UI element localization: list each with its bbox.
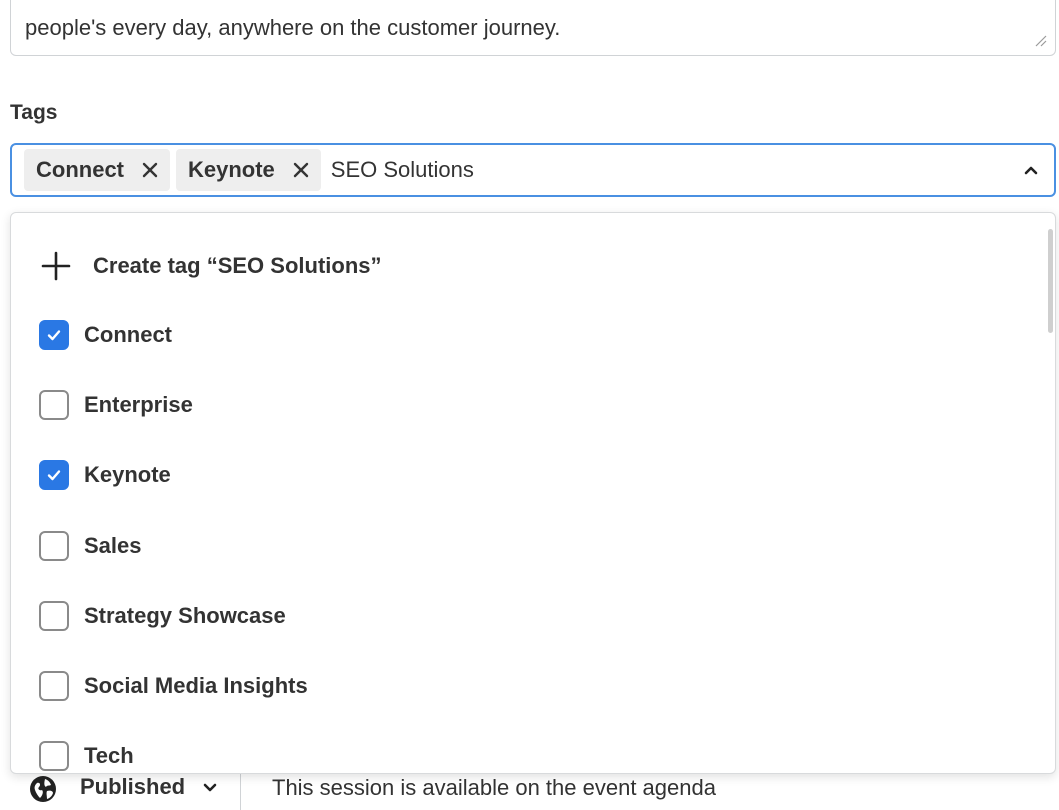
- close-icon[interactable]: [293, 162, 309, 178]
- tag-chip-label: Keynote: [188, 157, 275, 182]
- tag-option-label: Enterprise: [84, 392, 193, 417]
- description-textarea[interactable]: people's every day, anywhere on the cust…: [10, 0, 1056, 56]
- resize-grip-icon[interactable]: [1033, 33, 1047, 47]
- create-tag-label: Create tag “SEO Solutions”: [93, 253, 382, 278]
- tag-chip-connect: Connect: [24, 149, 170, 191]
- tag-option-label: Strategy Showcase: [84, 603, 286, 628]
- checkbox-checked[interactable]: [39, 460, 69, 490]
- tag-option-sales[interactable]: Sales: [39, 531, 142, 561]
- checkbox-unchecked[interactable]: [39, 390, 69, 420]
- checkbox-unchecked[interactable]: [39, 671, 69, 701]
- tag-option-strategy-showcase[interactable]: Strategy Showcase: [39, 601, 286, 631]
- checkbox-unchecked[interactable]: [39, 601, 69, 631]
- tags-input[interactable]: Connect Keynote SEO Solutions: [10, 143, 1056, 197]
- tag-option-connect[interactable]: Connect: [39, 320, 172, 350]
- create-tag-option[interactable]: Create tag “SEO Solutions”: [41, 251, 382, 281]
- status-description: This session is available on the event a…: [272, 775, 716, 800]
- tag-option-keynote[interactable]: Keynote: [39, 460, 171, 490]
- globe-icon: [30, 776, 56, 802]
- checkbox-unchecked[interactable]: [39, 741, 69, 771]
- tag-chip-label: Connect: [36, 157, 124, 182]
- tag-chip-keynote: Keynote: [176, 149, 321, 191]
- chevron-down-icon: [203, 783, 217, 792]
- tag-option-label: Sales: [84, 533, 142, 558]
- tag-option-label: Tech: [84, 743, 134, 768]
- status-select[interactable]: Published: [80, 774, 217, 800]
- tag-option-enterprise[interactable]: Enterprise: [39, 390, 193, 420]
- tag-option-label: Keynote: [84, 462, 171, 487]
- tag-option-tech[interactable]: Tech: [39, 741, 134, 771]
- tags-label: Tags: [10, 101, 58, 124]
- tag-option-label: Social Media Insights: [84, 673, 308, 698]
- tag-option-social-media-insights[interactable]: Social Media Insights: [39, 671, 308, 701]
- status-value: Published: [80, 774, 186, 799]
- checkbox-checked[interactable]: [39, 320, 69, 350]
- tags-dropdown: Create tag “SEO Solutions” Connect Enterp…: [10, 212, 1056, 774]
- chevron-up-icon[interactable]: [1024, 163, 1038, 177]
- dropdown-scrollbar[interactable]: [1048, 229, 1053, 333]
- close-icon[interactable]: [142, 162, 158, 178]
- tag-option-label: Connect: [84, 322, 172, 347]
- plus-icon: [41, 251, 71, 281]
- tags-search-text[interactable]: SEO Solutions: [331, 157, 474, 183]
- checkmark-icon: [47, 330, 61, 341]
- checkbox-unchecked[interactable]: [39, 531, 69, 561]
- description-text: people's every day, anywhere on the cust…: [25, 15, 561, 40]
- tag-editor-page: people's every day, anywhere on the cust…: [0, 0, 1059, 810]
- checkmark-icon: [47, 470, 61, 481]
